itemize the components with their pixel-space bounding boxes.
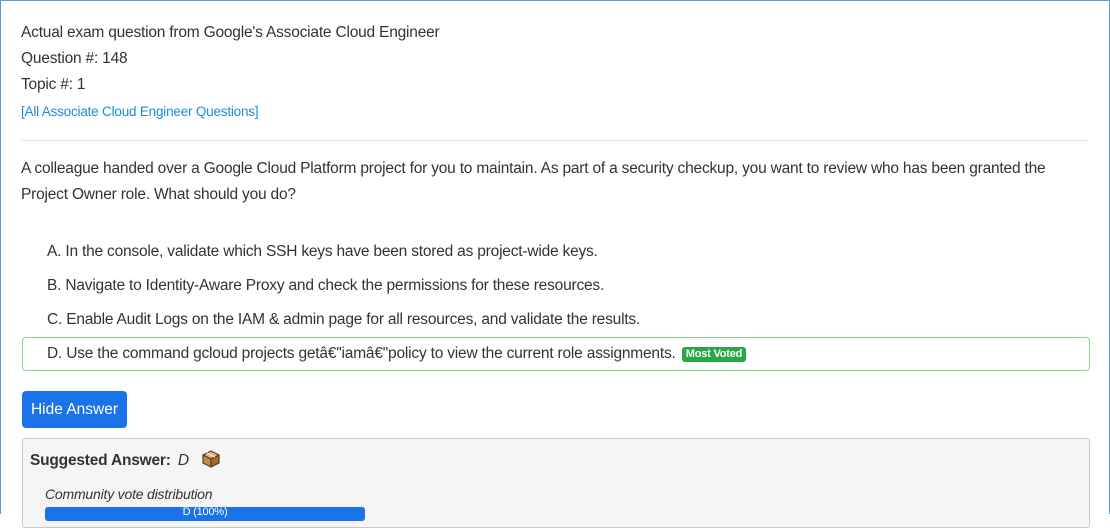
choice-a-text: A. In the console, validate which SSH ke…	[47, 243, 598, 260]
vote-distribution-bar: D (100%)	[45, 507, 365, 521]
vote-distribution-label: Community vote distribution	[45, 486, 213, 502]
choice-b-text: B. Navigate to Identity-Aware Proxy and …	[47, 277, 605, 294]
suggested-answer-label: Suggested Answer:	[30, 452, 171, 469]
choice-a[interactable]: A. In the console, validate which SSH ke…	[22, 235, 1090, 269]
choices-list: A. In the console, validate which SSH ke…	[22, 235, 1090, 371]
choice-c-text: C. Enable Audit Logs on the IAM & admin …	[47, 311, 641, 328]
question-number: Question #: 148	[21, 50, 128, 67]
answer-panel: Suggested Answer: D Community vote distr…	[22, 438, 1090, 528]
choice-b[interactable]: B. Navigate to Identity-Aware Proxy and …	[22, 269, 1090, 303]
suggested-answer-value: D	[177, 452, 189, 469]
most-voted-badge: Most Voted	[681, 347, 747, 362]
choice-c[interactable]: C. Enable Audit Logs on the IAM & admin …	[22, 303, 1090, 337]
question-text: A colleague handed over a Google Cloud P…	[21, 160, 1046, 203]
question-card: Actual exam question from Google's Assoc…	[0, 0, 1110, 528]
all-questions-link[interactable]: [All Associate Cloud Engineer Questions]	[21, 98, 440, 126]
topic-number: Topic #: 1	[21, 76, 86, 93]
exam-title: Actual exam question from Google's Assoc…	[21, 24, 440, 41]
choice-d[interactable]: D. Use the command gcloud projects getâ€…	[22, 337, 1090, 371]
header-divider	[21, 140, 1089, 141]
hide-answer-button[interactable]: Hide Answer	[22, 391, 127, 428]
box-icon[interactable]	[201, 449, 221, 475]
suggested-answer: Suggested Answer: D	[30, 449, 221, 475]
choice-d-text: D. Use the command gcloud projects getâ€…	[47, 345, 676, 362]
vote-bar-fill: D (100%)	[45, 507, 365, 521]
question-header: Actual exam question from Google's Assoc…	[21, 20, 440, 126]
